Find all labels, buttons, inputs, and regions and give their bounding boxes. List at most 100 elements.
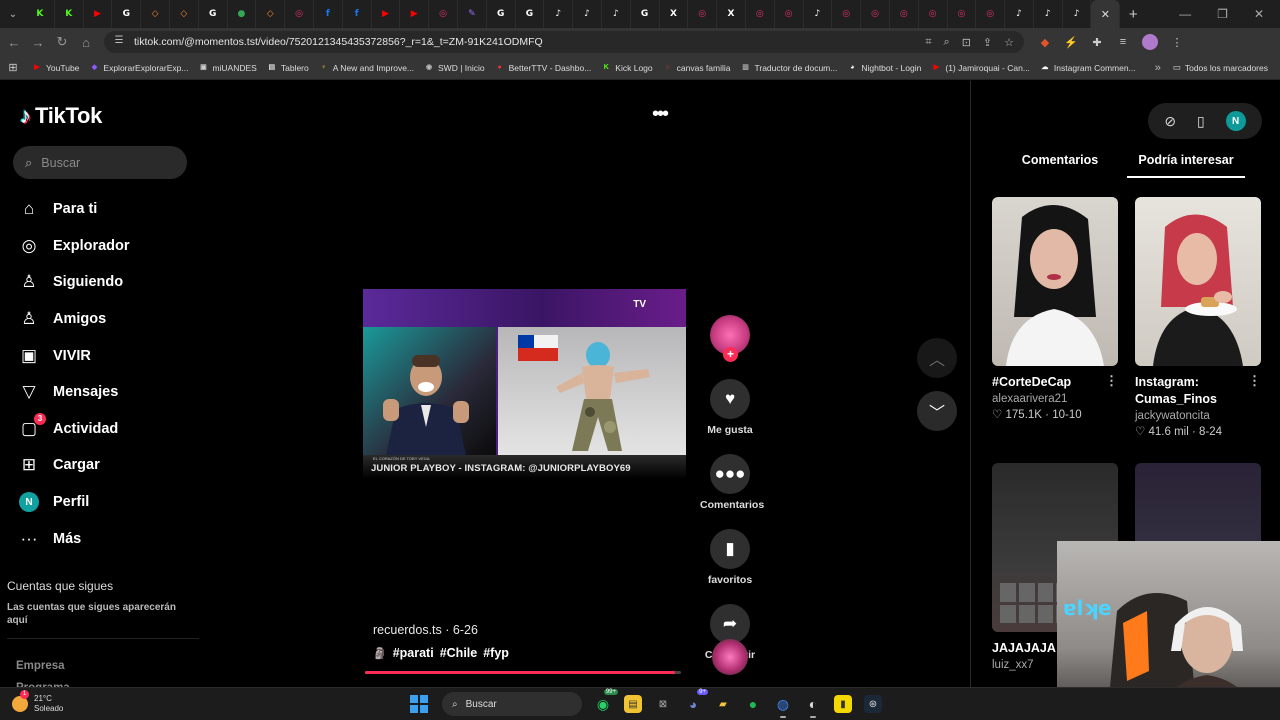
browser-tab[interactable]: ◎ — [948, 0, 977, 28]
close-icon[interactable]: ✕ — [1099, 8, 1112, 21]
browser-tab[interactable]: K — [55, 0, 84, 28]
heart-icon[interactable]: ♥ — [710, 379, 750, 419]
card-thumbnail[interactable] — [1135, 197, 1261, 366]
extension-betterttv-icon[interactable]: ⚡ — [1064, 35, 1078, 49]
new-tab-button[interactable]: + — [1120, 6, 1146, 23]
browser-tab[interactable]: ◎ — [976, 0, 1006, 28]
browser-tab[interactable]: ◎ — [429, 0, 458, 28]
video-player[interactable]: TV EL CORAZÓN DE TOBY VEGA JUNIOR PLAYBO… — [363, 289, 686, 479]
like-action[interactable]: ♥ Me gusta — [700, 379, 760, 436]
browser-tab[interactable]: X — [717, 0, 746, 28]
browser-tab[interactable]: ● — [228, 0, 257, 28]
compass-icon[interactable]: ⊘ — [1164, 113, 1176, 130]
card-user[interactable]: alexaarivera21 — [992, 393, 1118, 405]
browser-tab[interactable]: ♪ — [1034, 0, 1063, 28]
taskbar-search[interactable]: ⌕ Buscar — [442, 692, 582, 716]
browser-tab[interactable]: K — [26, 0, 55, 28]
browser-tab[interactable]: ◎ — [688, 0, 718, 28]
bookmark-icon[interactable]: ▮ — [710, 529, 750, 569]
tab-comments[interactable]: Comentarios — [993, 149, 1127, 178]
video-author[interactable]: recuerdos.ts — [373, 623, 442, 637]
close-window-icon[interactable]: ✕ — [1254, 7, 1264, 21]
install-app-icon[interactable]: ⊡ — [962, 36, 971, 49]
browser-tab[interactable]: ◇ — [141, 0, 170, 28]
browser-tab[interactable]: G — [516, 0, 545, 28]
tab-suggested[interactable]: Podría interesar — [1127, 149, 1245, 178]
chrome-icon[interactable]: ◍ — [774, 695, 792, 718]
video-author-line[interactable]: recuerdos.ts · 6-26 — [373, 623, 478, 637]
tab-search-menu-icon[interactable]: ⌄ — [0, 0, 26, 28]
home-button[interactable]: ⌂ — [74, 30, 98, 54]
browser-tab[interactable]: f — [314, 0, 343, 28]
bookmark-item[interactable]: ◕ Nightbot - Login — [847, 63, 921, 73]
spotify-icon[interactable]: ● — [744, 695, 762, 713]
browser-tab[interactable]: ♪ — [544, 0, 574, 28]
card-title[interactable]: Instagram: Cumas_Finos — [1135, 374, 1261, 408]
sidebar-item-cargar[interactable]: ⊞ Cargar — [18, 447, 130, 484]
browser-tab[interactable]: ◎ — [285, 0, 314, 28]
bookmark-item[interactable]: ☁ Instagram Commen... — [1040, 63, 1135, 73]
browser-tab[interactable]: ♪ — [602, 0, 631, 28]
bookmark-item[interactable]: ● BetterTTV - Dashbo... — [495, 63, 592, 73]
back-button[interactable]: ← — [2, 30, 26, 54]
browser-tab[interactable]: f — [343, 0, 372, 28]
browser-tab[interactable]: G — [487, 0, 516, 28]
sidebar-item-mensajes[interactable]: ▽ Mensajes — [18, 374, 130, 411]
browser-tab[interactable]: ◎ — [861, 0, 890, 28]
profile-avatar-icon[interactable] — [1142, 34, 1158, 50]
share-arrow-icon[interactable]: ➦ — [710, 604, 750, 644]
browser-tab[interactable]: G — [199, 0, 228, 28]
video-progress-bar[interactable] — [365, 671, 681, 674]
sidebar-item-vivir[interactable]: ▣ VIVIR — [18, 337, 130, 374]
comments-action[interactable]: ●●● Comentarios — [700, 454, 764, 511]
bookmark-item[interactable]: ▣ miUANDES — [198, 63, 257, 73]
browser-tab[interactable]: ◇ — [170, 0, 199, 28]
creator-avatar[interactable]: + — [710, 315, 750, 362]
mobile-icon[interactable]: ▯ — [1197, 113, 1205, 130]
browser-tab[interactable]: ▶ — [84, 0, 113, 28]
extension-fox-icon[interactable]: ◆ — [1038, 35, 1052, 49]
browser-tab[interactable]: G — [112, 0, 142, 28]
search-input[interactable]: ⌕ Buscar — [13, 146, 187, 179]
bookmark-item[interactable]: ◉ SWD | Inicio — [424, 63, 485, 73]
sidebar-item-perfil[interactable]: N Perfil — [18, 484, 130, 521]
browser-tab[interactable]: ♪ — [804, 0, 833, 28]
sidebar-item-más[interactable]: ··· Más — [18, 520, 130, 557]
site-info-icon[interactable]: ☰ — [112, 35, 126, 49]
bookmark-item[interactable]: ○ canvas familia — [663, 63, 731, 73]
apps-grid-icon[interactable]: ⊞ — [0, 61, 26, 74]
bookmark-item[interactable]: ♀ A New and Improve... — [319, 63, 414, 73]
browser-tab[interactable]: ◎ — [775, 0, 804, 28]
sidebar-item-para-ti[interactable]: ⌂ Para ti — [18, 191, 130, 228]
next-video-button[interactable]: ﹀ — [917, 391, 957, 431]
steam-icon[interactable]: ⊛ — [864, 695, 882, 713]
browser-tab[interactable]: ▶ — [372, 0, 401, 28]
file-explorer-icon[interactable]: ▰ — [714, 695, 732, 713]
share-icon[interactable]: ⇪ — [983, 36, 992, 49]
omnibox[interactable]: ☰ tiktok.com/@momentos.tst/video/7520121… — [104, 31, 1024, 53]
browser-tab[interactable]: ▶ — [400, 0, 430, 28]
discord-icon[interactable]: ◕ 9+ — [684, 689, 708, 713]
reload-button[interactable]: ↻ — [50, 30, 74, 54]
maximize-icon[interactable]: ❐ — [1217, 7, 1228, 21]
card-user[interactable]: jackywatoncita — [1135, 410, 1261, 422]
tiktok-logo[interactable]: ♪ TikTok — [20, 103, 102, 129]
bookmark-item[interactable]: ▤ Tablero — [267, 63, 309, 73]
windows-start-icon[interactable] — [410, 695, 428, 713]
browser-tab[interactable]: ◎ — [919, 0, 948, 28]
card-menu-icon[interactable]: ⋮ — [1105, 373, 1118, 389]
card-title[interactable]: #CorteDeCap — [992, 374, 1118, 391]
suggested-card[interactable]: #CorteDeCap alexaarivera21 ♡ 175.1K · 10… — [992, 197, 1118, 421]
favorites-action[interactable]: ▮ favoritos — [700, 529, 760, 586]
hashtag-link[interactable]: #Chile — [440, 646, 478, 660]
browser-tab[interactable]: ◎ — [890, 0, 919, 28]
minimize-icon[interactable]: — — [1179, 7, 1191, 21]
card-menu-icon[interactable]: ⋮ — [1248, 373, 1261, 389]
xbox-icon[interactable]: ⊠ — [654, 695, 672, 713]
weather-widget[interactable]: 1 21°C Soleado — [0, 690, 380, 714]
translate-icon[interactable]: ⌗ — [925, 36, 931, 49]
suggested-card[interactable]: Instagram: Cumas_Finos jackywatoncita ♡ … — [1135, 197, 1261, 438]
zoom-icon[interactable]: ⌕ — [944, 36, 950, 49]
more-options-icon[interactable]: ••• — [652, 103, 669, 126]
hashtag-link[interactable]: #parati — [393, 646, 434, 660]
